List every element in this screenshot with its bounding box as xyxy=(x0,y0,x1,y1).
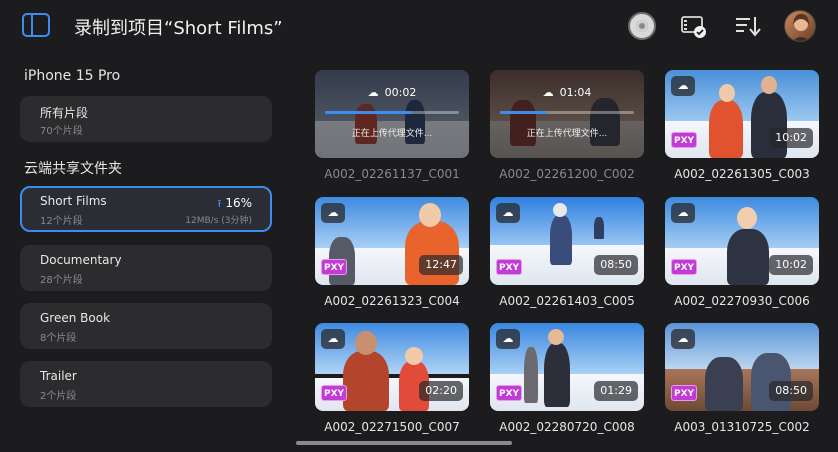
clip-card[interactable]: ☁ PXY 01:29 A002_02280720_C008 xyxy=(490,323,644,434)
clip-duration: 01:29 xyxy=(594,381,638,401)
proxy-badge: PXY xyxy=(671,259,697,275)
sidebar-item-trailer[interactable]: Trailer 2个片段 xyxy=(20,361,272,407)
proxy-badge: PXY xyxy=(321,385,347,401)
clip-thumbnail[interactable]: ☁ 01:04 正在上传代理文件... xyxy=(490,70,644,158)
clip-thumbnail[interactable]: ☁ PXY 10:02 xyxy=(665,197,819,285)
sidebar: iPhone 15 Pro 所有片段 70个片段 云端共享文件夹 Short F… xyxy=(0,52,292,452)
proxy-badge: PXY xyxy=(321,259,347,275)
sidebar-item-count: 12个片段 xyxy=(40,216,83,227)
clip-duration: 02:20 xyxy=(419,381,463,401)
clip-duration: 10:02 xyxy=(769,128,813,148)
clip-card[interactable]: ☁ PXY 10:02 A002_02270930_C006 xyxy=(665,197,819,308)
clip-name: A002_02261305_C003 xyxy=(674,167,810,181)
clip-thumbnail[interactable]: ☁ 00:02 正在上传代理文件... xyxy=(315,70,469,158)
proxy-badge: PXY xyxy=(671,385,697,401)
clip-duration: 08:50 xyxy=(769,381,813,401)
upload-status: 正在上传代理文件... xyxy=(351,129,433,139)
section-title: 云端共享文件夹 xyxy=(24,161,122,177)
clip-name: A002_02270930_C006 xyxy=(674,294,810,308)
device-name: iPhone 15 Pro xyxy=(24,68,121,84)
sidebar-item-count: 8个片段 xyxy=(40,333,77,344)
sidebar-item-count: 70个片段 xyxy=(40,126,83,137)
clip-grid: ☁ 00:02 正在上传代理文件... A002_02261137_C001 ☁ 0… xyxy=(292,52,838,452)
sidebar-item-label: Green Book xyxy=(40,311,111,325)
clip-name: A002_02261403_C005 xyxy=(499,294,635,308)
clip-duration: 10:02 xyxy=(769,255,813,275)
clip-duration: 12:47 xyxy=(419,255,463,275)
sidebar-item-count: 2个片段 xyxy=(40,391,77,402)
avatar[interactable] xyxy=(784,10,816,42)
clip-thumbnail[interactable]: ☁ PXY 01:29 xyxy=(490,323,644,411)
clip-card[interactable]: ☁ PXY 02:20 A002_02271500_C007 xyxy=(315,323,469,434)
sidebar-item-count: 28个片段 xyxy=(40,275,83,286)
upload-speed: 12MB/s (3分钟) xyxy=(185,216,252,226)
clip-name: A002_02261323_C004 xyxy=(324,294,460,308)
clip-thumbnail[interactable]: ☁ PXY 08:50 xyxy=(490,197,644,285)
clip-name: A002_02280720_C008 xyxy=(499,420,635,434)
sidebar-item-green-book[interactable]: Green Book 8个片段 xyxy=(20,303,272,349)
cloud-icon: ☁ xyxy=(367,86,379,99)
proxy-badge: PXY xyxy=(496,259,522,275)
upload-time: ☁ 01:04 xyxy=(542,86,592,99)
top-bar: 录制到项目“Short Films” xyxy=(0,0,838,52)
clip-card[interactable]: ☁ PXY 10:02 A002_02261305_C003 xyxy=(665,70,819,181)
upload-progress-bar xyxy=(325,111,459,114)
cloud-icon: ☁ xyxy=(496,329,520,349)
film-check-icon[interactable] xyxy=(680,12,708,40)
clip-thumbnail[interactable]: ☁ PXY 02:20 xyxy=(315,323,469,411)
cloud-icon: ☁ xyxy=(321,203,345,223)
aperture-icon[interactable] xyxy=(628,12,656,40)
cloud-icon: ☁ xyxy=(671,203,695,223)
sidebar-item-label: 所有片段 xyxy=(40,106,89,120)
clip-name: A002_02261137_C001 xyxy=(324,167,460,181)
upload-status: 正在上传代理文件... xyxy=(526,129,608,139)
clip-name: A002_02261200_C002 xyxy=(499,167,635,181)
cloud-icon: ☁ xyxy=(542,86,554,99)
cloud-icon: ☁ xyxy=(321,329,345,349)
proxy-badge: PXY xyxy=(496,385,522,401)
clip-name: A003_01310725_C002 xyxy=(674,420,810,434)
upload-arrow-icon: ⭱ xyxy=(217,197,222,210)
cloud-icon: ☁ xyxy=(671,329,695,349)
clip-card[interactable]: ☁ 01:04 正在上传代理文件... A002_02261200_C002 xyxy=(490,70,644,181)
cloud-icon: ☁ xyxy=(671,76,695,96)
sidebar-item-short-films[interactable]: Short Films 12个片段 ⭱ 16% 12MB/s (3分钟) xyxy=(20,186,272,232)
clip-name: A002_02271500_C007 xyxy=(324,420,460,434)
clip-thumbnail[interactable]: ☁ PXY 10:02 xyxy=(665,70,819,158)
sidebar-item-documentary[interactable]: Documentary 28个片段 xyxy=(20,245,272,291)
sidebar-toggle-icon[interactable] xyxy=(22,13,50,37)
upload-percent: 16% xyxy=(225,196,252,210)
clip-card[interactable]: ☁ 00:02 正在上传代理文件... A002_02261137_C001 xyxy=(315,70,469,181)
upload-progress: ⭱ 16% xyxy=(217,195,252,214)
upload-time: ☁ 00:02 xyxy=(367,86,417,99)
horizontal-scrollbar[interactable] xyxy=(296,441,512,445)
clip-card[interactable]: ☁ PXY 08:50 A002_02261403_C005 xyxy=(490,197,644,308)
page-title: 录制到项目“Short Films” xyxy=(74,18,283,39)
clip-duration: 08:50 xyxy=(594,255,638,275)
proxy-badge: PXY xyxy=(671,132,697,148)
clip-card[interactable]: ☁ PXY 12:47 A002_02261323_C004 xyxy=(315,197,469,308)
cloud-icon: ☁ xyxy=(496,203,520,223)
sidebar-item-label: Documentary xyxy=(40,253,122,267)
clip-thumbnail[interactable]: ☁ PXY 12:47 xyxy=(315,197,469,285)
sort-icon[interactable] xyxy=(734,12,762,40)
clip-thumbnail[interactable]: ☁ PXY 08:50 xyxy=(665,323,819,411)
clip-card[interactable]: ☁ PXY 08:50 A003_01310725_C002 xyxy=(665,323,819,434)
upload-progress-bar xyxy=(500,111,634,114)
sidebar-item-all-clips[interactable]: 所有片段 70个片段 xyxy=(20,96,272,142)
sidebar-item-label: Trailer xyxy=(40,369,77,383)
sidebar-item-label: Short Films xyxy=(40,194,107,208)
